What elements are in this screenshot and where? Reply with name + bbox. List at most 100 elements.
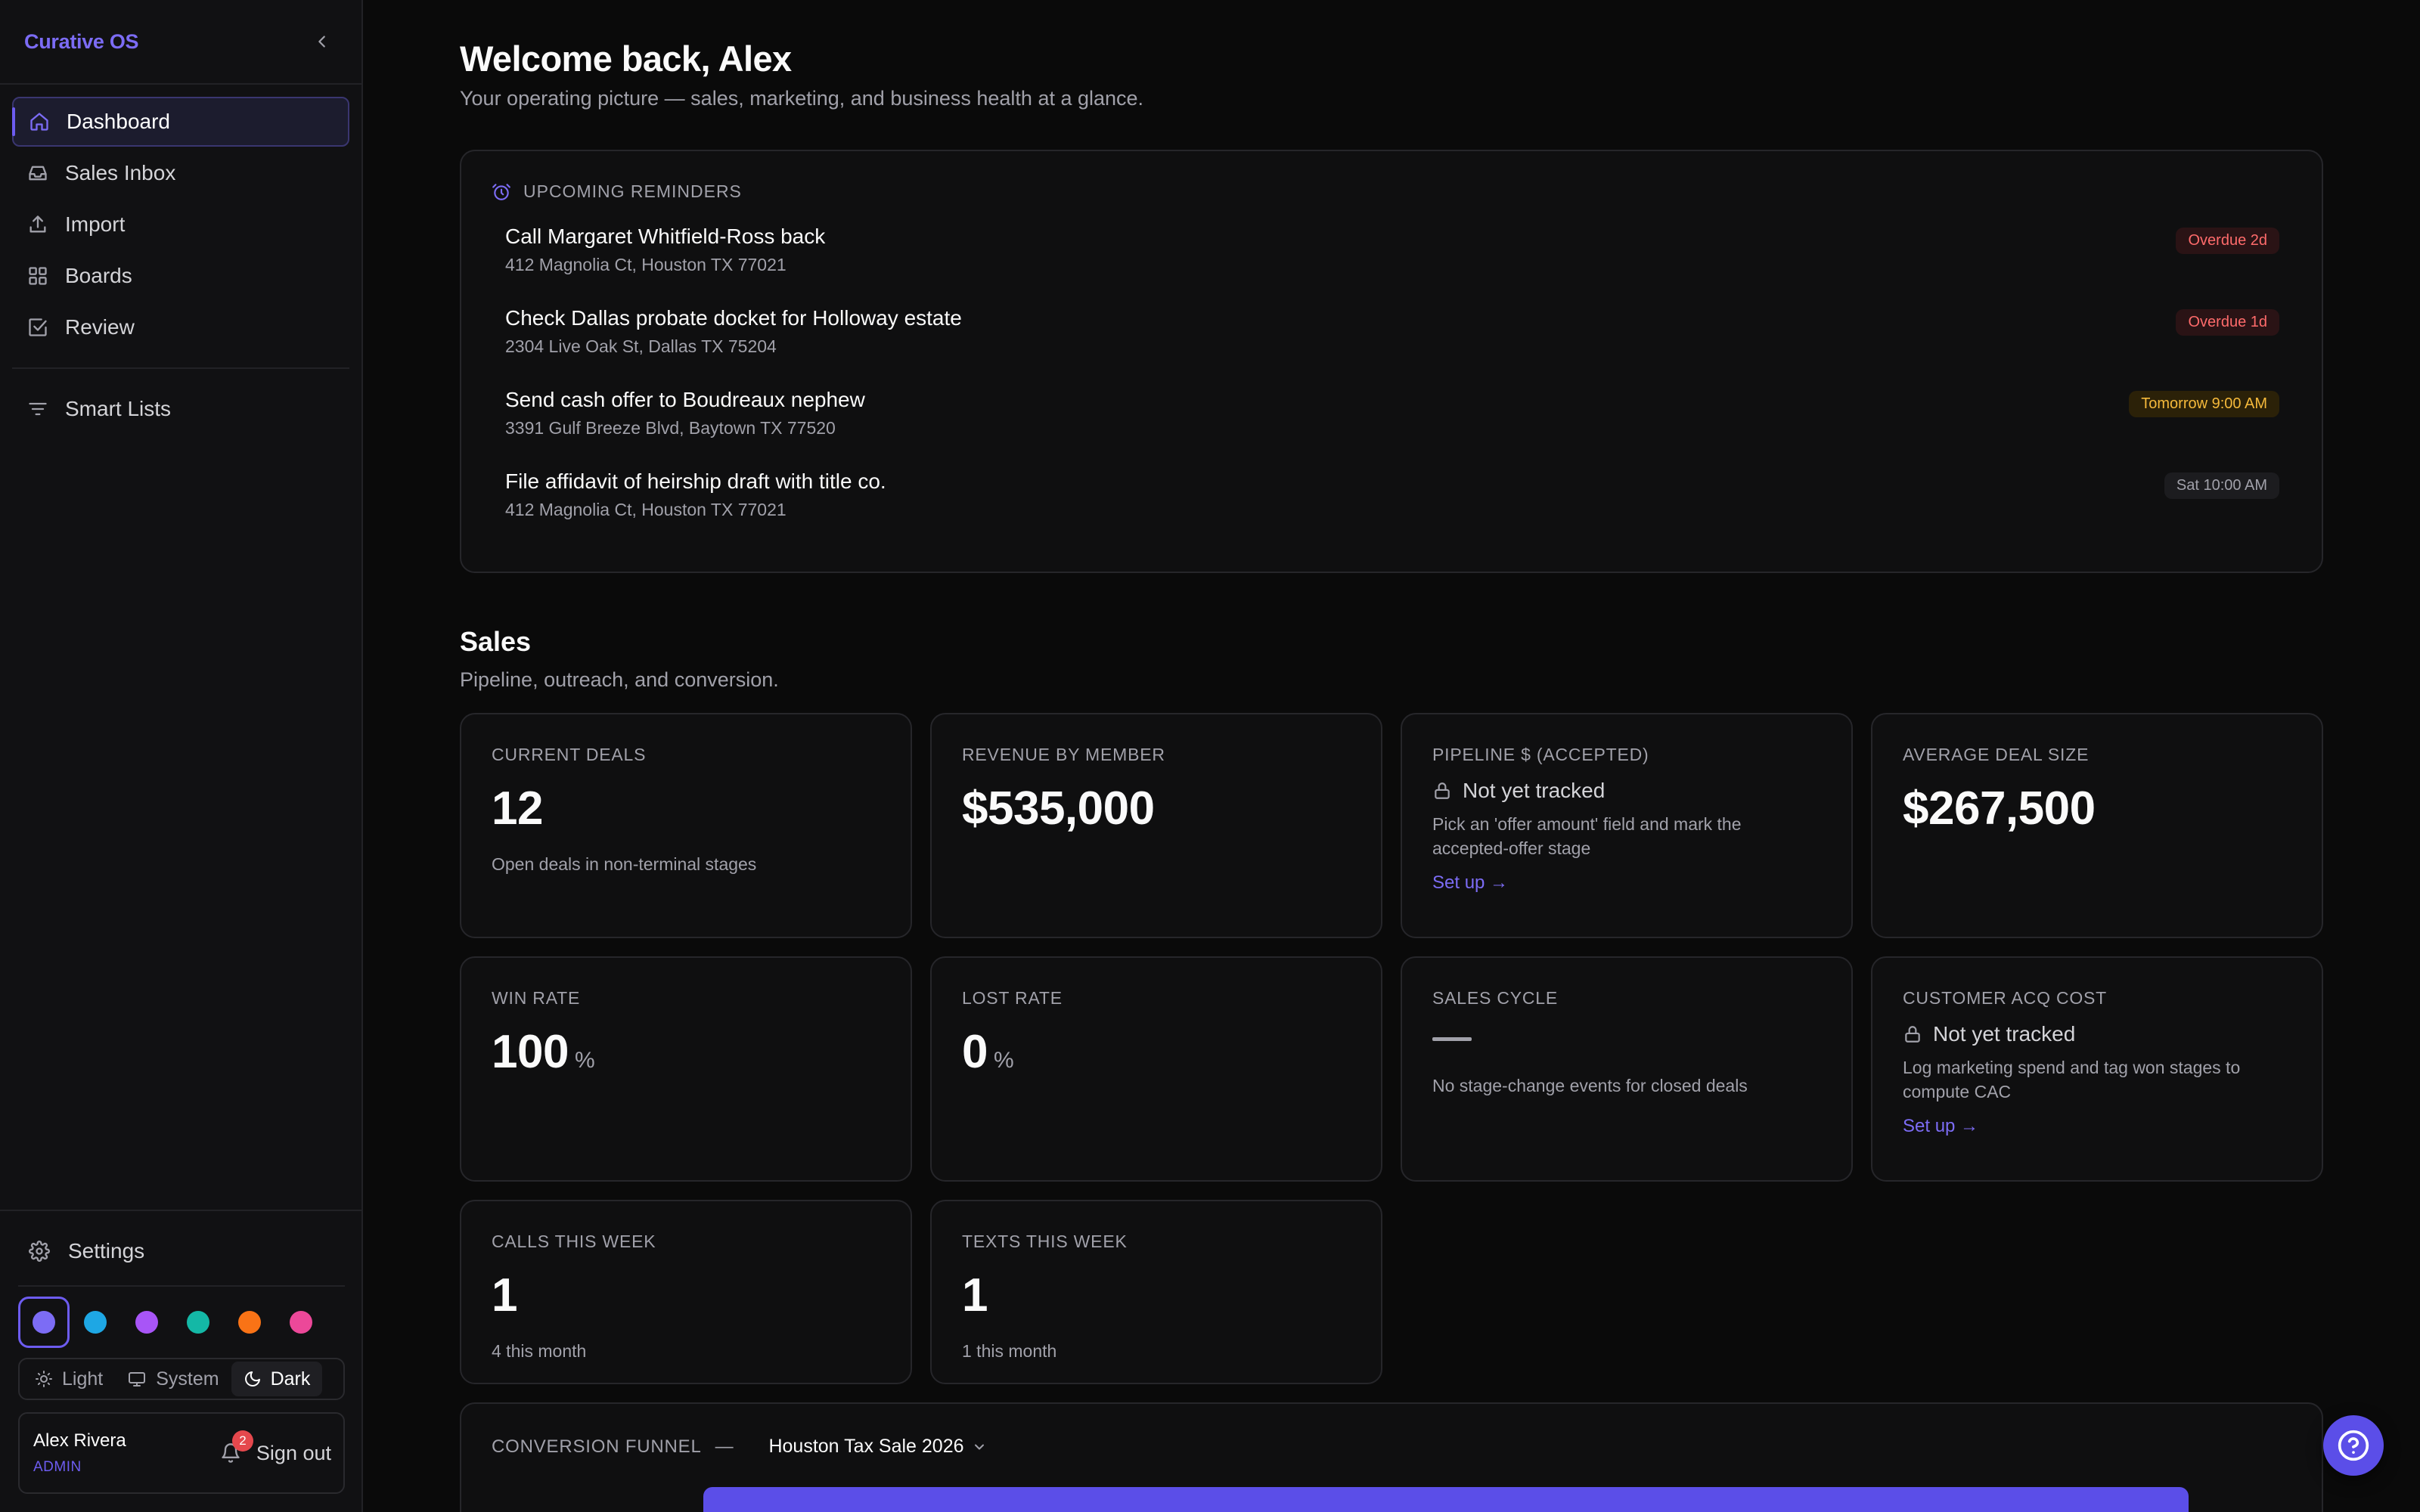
metric-label: TEXTS THIS WEEK xyxy=(962,1232,1128,1251)
sun-icon xyxy=(35,1370,53,1388)
metric-description: Pick an 'offer amount' field and mark th… xyxy=(1432,814,1742,858)
swatch-dot xyxy=(84,1311,107,1334)
chevron-down-icon xyxy=(972,1439,987,1455)
accent-swatch-blue[interactable] xyxy=(70,1297,121,1348)
sidebar-footer: Settings Light System Dark Alex Rivera A… xyxy=(0,1210,363,1512)
sales-metrics-grid: CURRENT DEALS 12 Open deals in non-termi… xyxy=(460,713,2323,1384)
swatch-dot xyxy=(187,1311,209,1334)
sales-section-title: Sales xyxy=(460,626,532,657)
board-select-dropdown[interactable]: Houston Tax Sale 2026 xyxy=(768,1436,986,1458)
brand-logo[interactable]: Curative OS xyxy=(24,30,139,54)
user-actions: 2 Sign out xyxy=(216,1430,331,1468)
sidebar-item-label: Smart Lists xyxy=(65,397,172,420)
theme-switcher: Light System Dark xyxy=(18,1358,345,1400)
reminder-due-badge: Tomorrow 9:00 AM xyxy=(2129,391,2279,417)
not-tracked-status: Not yet tracked xyxy=(1432,779,1821,803)
inbox-icon xyxy=(26,161,50,185)
accent-swatch-violet[interactable] xyxy=(18,1297,70,1348)
metric-value: $267,500 xyxy=(1903,782,2096,835)
sidebar-item-smart-lists[interactable]: Smart Lists xyxy=(12,384,349,434)
accent-swatch-teal[interactable] xyxy=(172,1297,224,1348)
reminder-due-badge: Sat 10:00 AM xyxy=(2164,472,2279,499)
cac-setup-link[interactable]: Set up → xyxy=(1903,1116,2291,1137)
sales-section-subtitle: Pipeline, outreach, and conversion. xyxy=(460,668,779,691)
metric-value: 1 xyxy=(492,1269,517,1321)
reminder-item[interactable]: Call Margaret Whitfield-Ross back 412 Ma… xyxy=(505,222,2279,303)
metric-note: Open deals in non-terminal stages xyxy=(492,854,757,874)
funnel-header: CONVERSION FUNNEL — Houston Tax Sale 202… xyxy=(492,1436,2291,1458)
checkbox-icon xyxy=(26,315,50,339)
not-tracked-label: Not yet tracked xyxy=(1463,779,1606,802)
settings-link[interactable]: Settings xyxy=(0,1226,363,1276)
filter-icon xyxy=(26,397,50,421)
not-tracked-label: Not yet tracked xyxy=(1933,1022,2076,1046)
chevron-left-icon xyxy=(318,36,325,48)
revenue-by-member-card: REVENUE BY MEMBER $535,000 xyxy=(930,713,1382,938)
theme-dark-button[interactable]: Dark xyxy=(231,1362,323,1396)
reminder-item[interactable]: Send cash offer to Boudreaux nephew 3391… xyxy=(505,385,2279,466)
reminder-title: Send cash offer to Boudreaux nephew xyxy=(505,388,865,411)
metric-value: 100% xyxy=(492,1025,880,1079)
sidebar-divider xyxy=(18,1285,345,1287)
settings-label: Settings xyxy=(68,1239,145,1263)
metric-label: REVENUE BY MEMBER xyxy=(962,745,1165,764)
sidebar-item-sales-inbox[interactable]: Sales Inbox xyxy=(12,148,349,198)
sidebar: Curative OS Dashboard Sales Inbox Import xyxy=(0,0,363,1512)
pipeline-setup-link[interactable]: Set up → xyxy=(1432,872,1821,894)
accent-swatch-orange[interactable] xyxy=(224,1297,275,1348)
metric-label: PIPELINE $ (ACCEPTED) xyxy=(1432,745,1649,764)
monitor-icon xyxy=(127,1370,147,1388)
funnel-stage-bar[interactable] xyxy=(703,1487,2189,1512)
sales-cycle-card: SALES CYCLE No stage-change events for c… xyxy=(1401,956,1853,1182)
theme-dark-label: Dark xyxy=(270,1368,311,1390)
lock-icon xyxy=(1903,1024,1922,1044)
sidebar-item-boards[interactable]: Boards xyxy=(12,251,349,301)
funnel-label: CONVERSION FUNNEL xyxy=(492,1436,702,1457)
current-deals-card: CURRENT DEALS 12 Open deals in non-termi… xyxy=(460,713,912,938)
sign-out-button[interactable]: Sign out xyxy=(256,1442,331,1465)
swatch-dot xyxy=(290,1311,312,1334)
reminder-title: File affidavit of heirship draft with ti… xyxy=(505,469,886,493)
metric-number: 100 xyxy=(492,1026,569,1078)
reminder-due-badge: Overdue 1d xyxy=(2176,309,2279,336)
funnel-separator: — xyxy=(715,1436,734,1457)
page-subtitle: Your operating picture — sales, marketin… xyxy=(460,87,1144,110)
sidebar-item-label: Boards xyxy=(65,264,132,287)
page-title: Welcome back, Alex xyxy=(460,39,792,79)
sidebar-item-review[interactable]: Review xyxy=(12,302,349,352)
help-icon xyxy=(2338,1430,2369,1461)
help-button[interactable] xyxy=(2323,1415,2384,1476)
sidebar-nav: Dashboard Sales Inbox Import Boards Revi… xyxy=(0,85,361,434)
sidebar-item-dashboard[interactable]: Dashboard xyxy=(12,97,349,147)
reminders-heading-label: UPCOMING REMINDERS xyxy=(523,181,742,201)
metric-value: 12 xyxy=(492,782,543,835)
accent-swatch-purple[interactable] xyxy=(121,1297,172,1348)
metric-value: $535,000 xyxy=(962,782,1155,835)
metric-label: LOST RATE xyxy=(962,988,1063,1008)
theme-system-button[interactable]: System xyxy=(115,1362,231,1396)
metric-label: SALES CYCLE xyxy=(1432,988,1559,1008)
accent-swatch-pink[interactable] xyxy=(275,1297,327,1348)
not-tracked-status: Not yet tracked xyxy=(1903,1022,2291,1046)
lost-rate-card: LOST RATE 0% xyxy=(930,956,1382,1182)
theme-light-button[interactable]: Light xyxy=(23,1362,115,1396)
reminder-item[interactable]: File affidavit of heirship draft with ti… xyxy=(505,466,2279,548)
calls-this-week-card: CALLS THIS WEEK 1 4 this month xyxy=(460,1200,912,1384)
metric-number: 0 xyxy=(962,1026,988,1078)
reminder-item[interactable]: Check Dallas probate docket for Holloway… xyxy=(505,303,2279,385)
theme-light-label: Light xyxy=(62,1368,104,1390)
metric-note: No stage-change events for closed deals xyxy=(1432,1076,1748,1095)
upcoming-reminders-panel: UPCOMING REMINDERS Call Margaret Whitfie… xyxy=(460,150,2323,573)
win-rate-card: WIN RATE 100% xyxy=(460,956,912,1182)
board-select-value: Houston Tax Sale 2026 xyxy=(768,1436,964,1457)
conversion-funnel-panel: CONVERSION FUNNEL — Houston Tax Sale 202… xyxy=(460,1402,2323,1512)
home-icon xyxy=(27,110,51,134)
average-deal-size-card: AVERAGE DEAL SIZE $267,500 xyxy=(1871,713,2323,938)
metric-note: 4 this month xyxy=(492,1341,587,1361)
sidebar-item-import[interactable]: Import xyxy=(12,200,349,249)
notifications-button[interactable]: 2 xyxy=(216,1430,253,1468)
swatch-dot xyxy=(238,1311,261,1334)
sidebar-item-label: Import xyxy=(65,212,126,236)
sidebar-header: Curative OS xyxy=(0,0,361,85)
collapse-sidebar-button[interactable] xyxy=(307,26,337,57)
